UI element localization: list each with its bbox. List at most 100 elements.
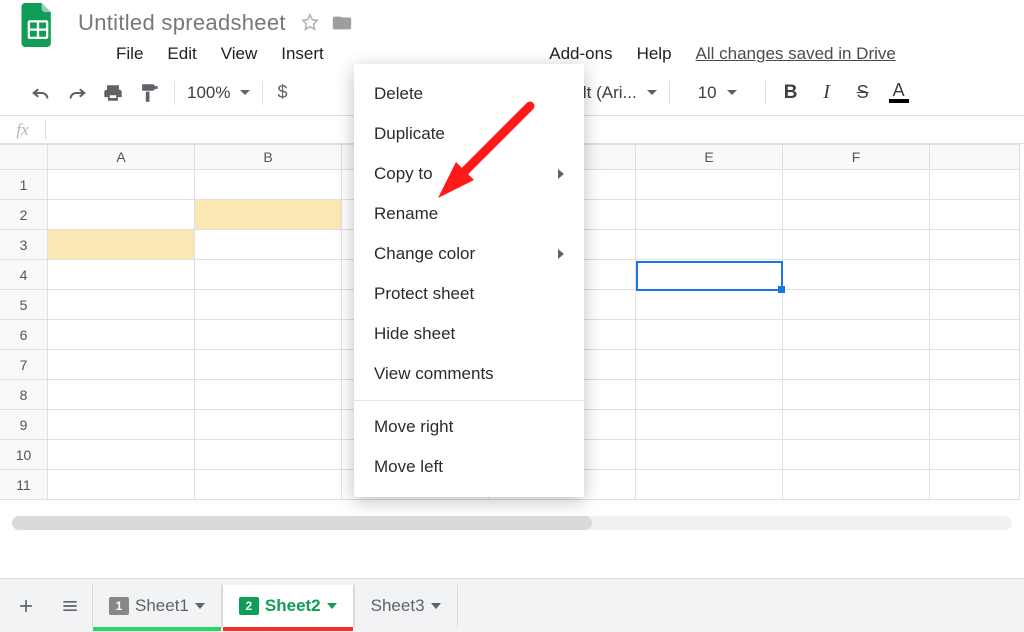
cell[interactable] — [195, 170, 342, 200]
cell[interactable] — [195, 230, 342, 260]
col-header[interactable]: E — [636, 144, 783, 170]
cell[interactable] — [930, 200, 1020, 230]
ctx-copy-to[interactable]: Copy to — [354, 154, 584, 194]
redo-icon[interactable] — [60, 78, 94, 108]
text-color-button[interactable]: A — [882, 78, 916, 108]
sheet-tab-2[interactable]: 2 Sheet2 — [222, 585, 354, 627]
cell[interactable] — [930, 170, 1020, 200]
menu-edit[interactable]: Edit — [155, 40, 208, 68]
cell[interactable] — [195, 290, 342, 320]
cell[interactable] — [636, 290, 783, 320]
row-header[interactable]: 8 — [0, 380, 48, 410]
cell[interactable] — [48, 200, 195, 230]
ctx-protect-sheet[interactable]: Protect sheet — [354, 274, 584, 314]
cell[interactable] — [636, 170, 783, 200]
ctx-duplicate[interactable]: Duplicate — [354, 114, 584, 154]
cell[interactable] — [636, 320, 783, 350]
zoom-dropdown[interactable]: 100% — [183, 83, 254, 103]
cell[interactable] — [783, 470, 930, 500]
chevron-down-icon[interactable] — [195, 603, 205, 609]
ctx-view-comments[interactable]: View comments — [354, 354, 584, 394]
menu-help[interactable]: Help — [625, 40, 684, 68]
cell[interactable] — [636, 410, 783, 440]
cell[interactable] — [195, 320, 342, 350]
cell[interactable] — [195, 380, 342, 410]
menu-view[interactable]: View — [209, 40, 270, 68]
move-to-folder-icon[interactable] — [328, 9, 356, 37]
cell[interactable] — [930, 350, 1020, 380]
row-header[interactable]: 7 — [0, 350, 48, 380]
bold-button[interactable]: B — [774, 78, 808, 108]
cell[interactable] — [195, 470, 342, 500]
row-header[interactable]: 3 — [0, 230, 48, 260]
print-icon[interactable] — [96, 78, 130, 108]
cell[interactable] — [195, 440, 342, 470]
ctx-move-right[interactable]: Move right — [354, 407, 584, 447]
cell[interactable] — [783, 440, 930, 470]
cell[interactable] — [783, 350, 930, 380]
ctx-hide-sheet[interactable]: Hide sheet — [354, 314, 584, 354]
cell[interactable] — [195, 200, 342, 230]
horizontal-scrollbar[interactable] — [12, 516, 1012, 530]
cell[interactable] — [48, 380, 195, 410]
fill-handle[interactable] — [778, 286, 785, 293]
cell[interactable] — [783, 320, 930, 350]
ctx-delete[interactable]: Delete — [354, 74, 584, 114]
font-size-dropdown[interactable]: 10 — [678, 83, 757, 103]
strikethrough-button[interactable]: S — [846, 78, 880, 108]
cell[interactable] — [930, 380, 1020, 410]
row-header[interactable]: 2 — [0, 200, 48, 230]
all-sheets-button[interactable] — [48, 586, 92, 626]
sheet-tab-3[interactable]: Sheet3 — [354, 585, 458, 627]
cell[interactable] — [783, 380, 930, 410]
ctx-change-color[interactable]: Change color — [354, 234, 584, 274]
cell[interactable] — [783, 410, 930, 440]
cell[interactable] — [636, 350, 783, 380]
cell[interactable] — [783, 230, 930, 260]
undo-icon[interactable] — [24, 78, 58, 108]
cell[interactable] — [48, 320, 195, 350]
col-header[interactable] — [930, 144, 1020, 170]
star-icon[interactable] — [296, 9, 324, 37]
cell[interactable] — [48, 170, 195, 200]
menu-insert[interactable]: Insert — [269, 40, 336, 68]
row-header[interactable]: 5 — [0, 290, 48, 320]
format-currency-button[interactable]: $ — [271, 78, 293, 108]
cell[interactable] — [783, 170, 930, 200]
cell[interactable] — [930, 410, 1020, 440]
doc-title[interactable]: Untitled spreadsheet — [72, 10, 292, 36]
cell[interactable] — [48, 260, 195, 290]
sheet-tab-1[interactable]: 1 Sheet1 — [92, 585, 222, 627]
col-header[interactable]: A — [48, 144, 195, 170]
cell[interactable] — [48, 230, 195, 260]
save-status[interactable]: All changes saved in Drive — [696, 44, 896, 64]
cell[interactable] — [48, 470, 195, 500]
row-header[interactable]: 9 — [0, 410, 48, 440]
chevron-down-icon[interactable] — [431, 603, 441, 609]
cell[interactable] — [783, 260, 930, 290]
cell[interactable] — [636, 380, 783, 410]
menu-file[interactable]: File — [104, 40, 155, 68]
chevron-down-icon[interactable] — [327, 603, 337, 609]
cell[interactable] — [636, 440, 783, 470]
row-header[interactable]: 1 — [0, 170, 48, 200]
cell[interactable] — [783, 290, 930, 320]
cell[interactable] — [636, 200, 783, 230]
cell[interactable] — [930, 440, 1020, 470]
cell[interactable] — [636, 470, 783, 500]
cell[interactable] — [636, 230, 783, 260]
cell[interactable] — [930, 260, 1020, 290]
add-sheet-button[interactable] — [4, 586, 48, 626]
cell[interactable] — [48, 440, 195, 470]
paint-format-icon[interactable] — [132, 78, 166, 108]
sheets-logo[interactable] — [18, 5, 58, 45]
row-header[interactable]: 10 — [0, 440, 48, 470]
cell[interactable] — [195, 260, 342, 290]
cell[interactable] — [930, 470, 1020, 500]
ctx-move-left[interactable]: Move left — [354, 447, 584, 487]
cell[interactable] — [48, 290, 195, 320]
cell[interactable] — [195, 410, 342, 440]
cell[interactable] — [783, 200, 930, 230]
row-header[interactable]: 4 — [0, 260, 48, 290]
select-all-corner[interactable] — [0, 144, 48, 170]
